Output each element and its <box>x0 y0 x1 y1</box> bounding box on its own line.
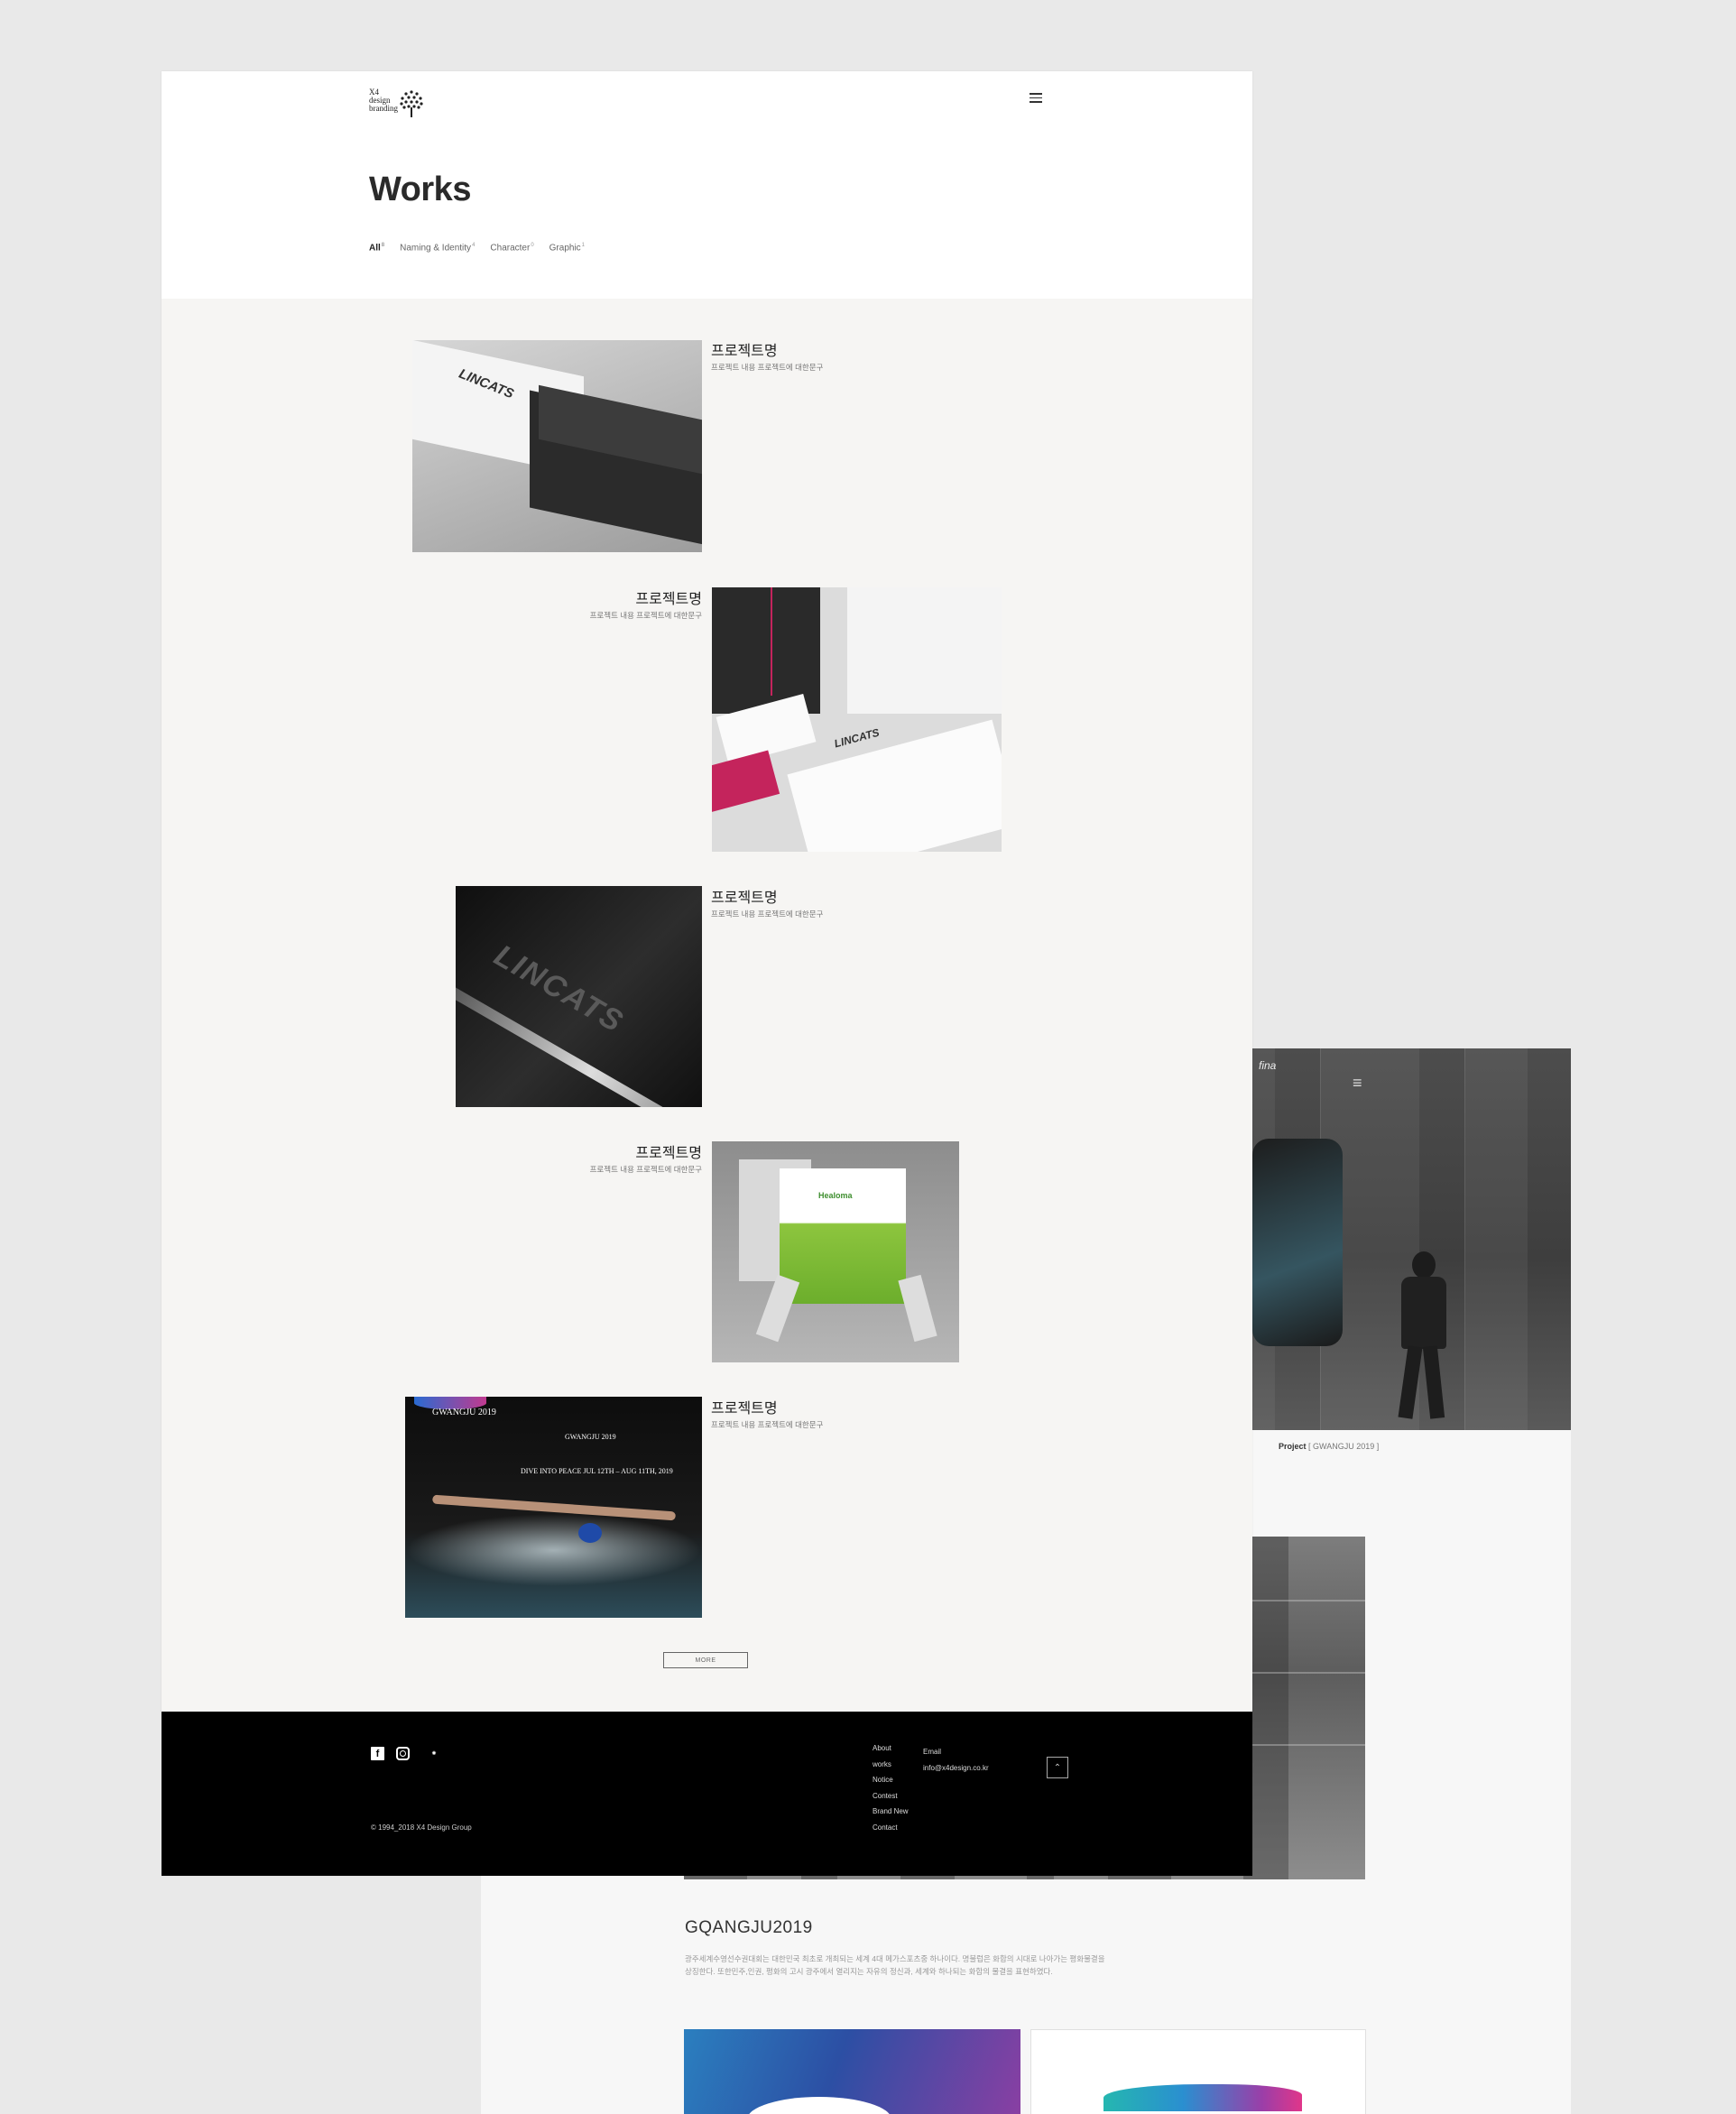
work-title-1[interactable]: 프로젝트명 <box>711 338 778 360</box>
x4-logo[interactable]: X4 design branding <box>369 88 432 125</box>
work-thumbnail-3[interactable]: LINCATS <box>456 886 702 1107</box>
footer-link-notice[interactable]: Notice <box>873 1776 909 1784</box>
footer-link-about[interactable]: About <box>873 1744 909 1752</box>
work-title-3[interactable]: 프로젝트명 <box>711 885 778 907</box>
tree-logo-icon <box>400 90 423 117</box>
hamburger-menu-icon[interactable] <box>1030 93 1044 106</box>
page-title: Works <box>369 171 471 208</box>
work-thumbnail-2[interactable]: LINCATS <box>712 587 1002 852</box>
project-caption: Project [ GWANGJU 2019 ] <box>1279 1442 1379 1451</box>
filter-all[interactable]: All8 <box>369 243 384 253</box>
work-title-5[interactable]: 프로젝트명 <box>711 1396 778 1417</box>
email-label: Email <box>923 1748 942 1756</box>
work-subtitle-4: 프로젝트 내용 프로젝트에 대한문구 <box>589 1165 702 1174</box>
work-thumbnail-5[interactable]: GWANGJU 2019 GWANGJU 2019 DIVE INTO PEAC… <box>405 1397 702 1618</box>
hero-pedestrian <box>1383 1251 1464 1423</box>
caption-value: [ GWANGJU 2019 ] <box>1308 1442 1380 1451</box>
work-subtitle-1: 프로젝트 내용 프로젝트에 대한문구 <box>711 363 824 372</box>
hero-brand-text: fina <box>1259 1059 1277 1072</box>
filter-naming-identity[interactable]: Naming & Identity4 <box>400 243 475 253</box>
footer-nav: About works Notice Contest Brand New Con… <box>873 1744 909 1832</box>
chevron-up-icon[interactable]: ⌃ <box>1047 1757 1068 1778</box>
gwangju-poster-thumb <box>684 2029 1020 2114</box>
work-subtitle-2: 프로젝트 내용 프로젝트에 대한문구 <box>589 611 702 620</box>
logo-line-3: branding <box>369 104 398 113</box>
gwangju-logo-thumb <box>1030 2029 1366 2114</box>
hero-swimmer-panel <box>1252 1139 1343 1346</box>
caption-label: Project <box>1279 1442 1307 1451</box>
social-links: f ✺ <box>371 1747 447 1760</box>
work-title-4[interactable]: 프로젝트명 <box>635 1140 702 1162</box>
project-title: GQANGJU2019 <box>685 1918 813 1937</box>
work-subtitle-5: 프로젝트 내용 프로젝트에 대한문구 <box>711 1420 824 1429</box>
work-subtitle-3: 프로젝트 내용 프로젝트에 대한문구 <box>711 909 824 919</box>
footer-link-contact[interactable]: Contact <box>873 1823 909 1832</box>
filter-character[interactable]: Character0 <box>490 243 533 253</box>
footer: f ✺ About works Notice Contest Brand New… <box>162 1712 1252 1876</box>
footer-contact: Email info@x4design.co.kr <box>923 1744 989 1777</box>
filter-graphic[interactable]: Graphic1 <box>549 243 585 253</box>
work-thumbnail-4[interactable]: Healoma <box>712 1141 959 1362</box>
instagram-icon[interactable] <box>396 1747 410 1760</box>
work-title-2[interactable]: 프로젝트명 <box>635 586 702 608</box>
footer-link-brand-new[interactable]: Brand New <box>873 1807 909 1815</box>
email-link[interactable]: info@x4design.co.kr <box>923 1760 989 1777</box>
x4-logo-icon[interactable]: ✺ <box>421 1747 447 1760</box>
copyright: © 1994_2018 X4 Design Group <box>371 1823 472 1832</box>
header: X4 design branding Works All8 Naming & I… <box>162 71 1252 299</box>
work-thumbnail-1[interactable]: LINCATS <box>412 340 702 552</box>
facebook-icon[interactable]: f <box>371 1747 384 1760</box>
works-page: X4 design branding Works All8 Naming & I… <box>162 71 1252 1876</box>
footer-link-contest[interactable]: Contest <box>873 1792 909 1800</box>
footer-link-works[interactable]: works <box>873 1760 909 1768</box>
hamburger-menu-icon[interactable]: ≡ <box>1353 1074 1362 1093</box>
more-button[interactable]: MORE <box>663 1652 748 1668</box>
project-description: 광주세계수영선수권대회는 대한민국 최초로 개최되는 세계 4대 메가스포츠중 … <box>685 1954 1105 1977</box>
category-filters: All8 Naming & Identity4 Character0 Graph… <box>369 243 585 253</box>
